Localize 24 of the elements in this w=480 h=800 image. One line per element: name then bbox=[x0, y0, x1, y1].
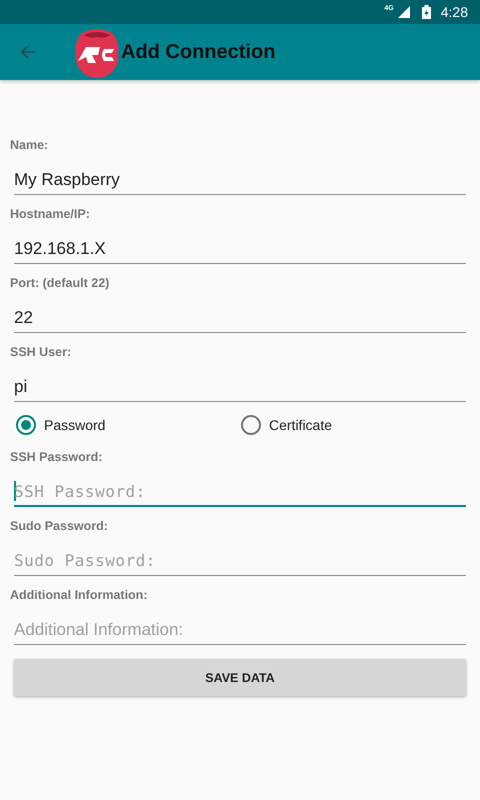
radio-label[interactable]: Certificate bbox=[269, 417, 332, 433]
field-label: SSH Password: bbox=[10, 450, 104, 466]
input-field[interactable]: My Raspberry bbox=[14, 165, 466, 195]
radio-button[interactable] bbox=[16, 415, 36, 435]
radio-option[interactable]: Certificate bbox=[241, 415, 466, 435]
field-label: SSH User: bbox=[10, 345, 72, 361]
field-label: Name: bbox=[10, 138, 50, 154]
berry-logo-icon bbox=[74, 27, 120, 79]
field-label: Additional Information: bbox=[10, 588, 148, 604]
field-label: Sudo Password: bbox=[10, 519, 109, 535]
input-field[interactable]: pi bbox=[14, 372, 466, 402]
back-arrow-icon[interactable] bbox=[20, 44, 36, 60]
input-field[interactable]: 22 bbox=[14, 303, 466, 333]
clock: 4:28 bbox=[440, 4, 468, 20]
radio-option[interactable]: Password bbox=[16, 415, 241, 435]
signal-icon bbox=[398, 6, 410, 18]
save-button[interactable]: SAVE DATA bbox=[14, 659, 466, 696]
input-field[interactable]: 192.168.1.X bbox=[14, 234, 466, 264]
battery-icon bbox=[422, 5, 431, 19]
radio-label[interactable]: Password bbox=[44, 417, 106, 433]
field-label: Port: (default 22) bbox=[10, 276, 110, 292]
radio-button[interactable] bbox=[241, 415, 261, 435]
field-label: Hostname/IP: bbox=[10, 207, 91, 223]
screen-title: Add Connection bbox=[121, 40, 276, 64]
